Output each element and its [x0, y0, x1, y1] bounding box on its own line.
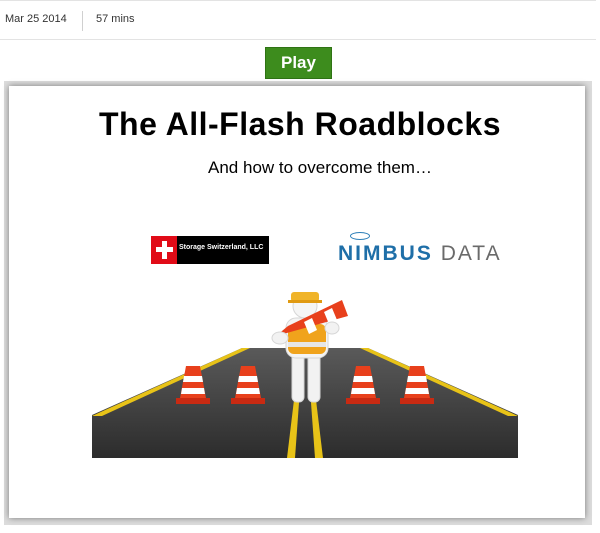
roadblock-illustration — [92, 292, 518, 458]
storage-switzerland-logo-text: Storage Switzerland, LLC — [179, 244, 264, 251]
play-button[interactable]: Play — [265, 47, 332, 79]
slide-title: The All-Flash Roadblocks — [99, 106, 501, 142]
nimbus-data-logo: NIMBUS DATA — [338, 232, 528, 268]
storage-switzerland-logo: Storage Switzerland, LLC — [151, 236, 269, 264]
nimbus-data-logo-text: NIMBUS DATA — [338, 242, 502, 266]
meta-bar: Mar 25 2014 57 mins — [0, 1, 596, 40]
road — [92, 348, 518, 458]
meta-separator — [82, 11, 83, 31]
data-logo-word: DATA — [440, 242, 502, 265]
webinar-date: Mar 25 2014 — [5, 13, 67, 25]
slide-subtitle: And how to overcome them… — [208, 158, 432, 177]
webinar-duration: 57 mins — [96, 13, 135, 25]
nimbus-logo-word: NIMBUS — [338, 242, 433, 265]
halo-icon — [350, 232, 370, 240]
swiss-cross-icon — [151, 236, 177, 264]
